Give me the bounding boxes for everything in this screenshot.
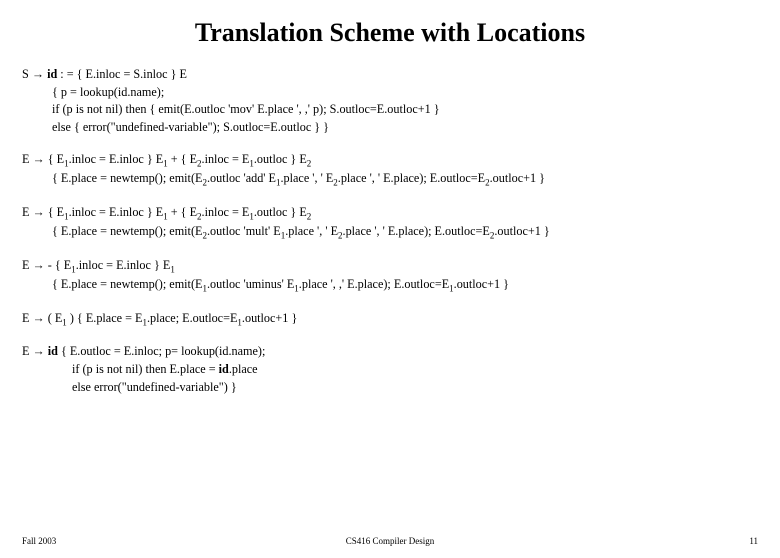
rule-1: S → id : = { E.inloc = S.inloc } E { p =…: [22, 66, 758, 137]
slide-content: S → id : = { E.inloc = S.inloc } E { p =…: [0, 66, 780, 396]
footer-center: CS416 Compiler Design: [346, 536, 435, 546]
rule-1-line-1: S → id : = { E.inloc = S.inloc } E: [22, 66, 758, 84]
id-kw: id: [219, 362, 229, 376]
rule-4-line-2: { E.place = newtemp(); emit(E1.outloc 'u…: [22, 276, 758, 295]
rule-6-line-2: if (p is not nil) then E.place = id.plac…: [22, 361, 758, 379]
rule-6-line-3: else error("undefined-variable") }: [22, 379, 758, 397]
id-kw: id: [47, 67, 57, 81]
footer: Fall 2003 CS416 Compiler Design 11: [22, 536, 758, 546]
rule-1-line-3: if (p is not nil) then { emit(E.outloc '…: [22, 101, 758, 119]
rule-2: E → { E1.inloc = E.inloc } E1 + { E2.inl…: [22, 151, 758, 190]
rule-4-line-1: E → - { E1.inloc = E.inloc } E1: [22, 257, 758, 276]
rule-6-line-1: E → id { E.outloc = E.inloc; p= lookup(i…: [22, 343, 758, 361]
rule-3-line-1: E → { E1.inloc = E.inloc } E1 + { E2.inl…: [22, 204, 758, 223]
footer-left: Fall 2003: [22, 536, 56, 546]
rule-2-line-1: E → { E1.inloc = E.inloc } E1 + { E2.inl…: [22, 151, 758, 170]
footer-right: 11: [749, 536, 758, 546]
id-kw: id: [48, 344, 58, 358]
rule-6: E → id { E.outloc = E.inloc; p= lookup(i…: [22, 343, 758, 396]
rule-1-line-4: else { error("undefined-variable"); S.ou…: [22, 119, 758, 137]
rule-3: E → { E1.inloc = E.inloc } E1 + { E2.inl…: [22, 204, 758, 243]
slide-title: Translation Scheme with Locations: [0, 18, 780, 48]
rule-1-line-2: { p = lookup(id.name);: [22, 84, 758, 102]
rule-2-line-2: { E.place = newtemp(); emit(E2.outloc 'a…: [22, 170, 758, 189]
rule-4: E → - { E1.inloc = E.inloc } E1 { E.plac…: [22, 257, 758, 296]
rule-5: E → ( E1 ) { E.place = E1.place; E.outlo…: [22, 310, 758, 329]
rule-3-line-2: { E.place = newtemp(); emit(E2.outloc 'm…: [22, 223, 758, 242]
rule-5-line-1: E → ( E1 ) { E.place = E1.place; E.outlo…: [22, 310, 758, 329]
